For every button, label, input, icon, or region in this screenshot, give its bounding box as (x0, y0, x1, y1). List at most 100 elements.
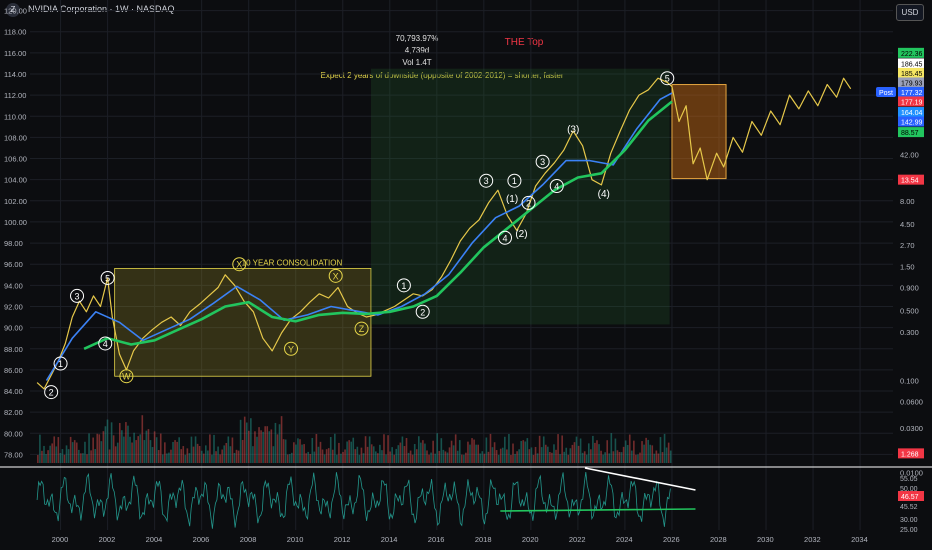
volume-bar (358, 454, 361, 463)
volume-bar (598, 444, 600, 463)
volume-bar (497, 454, 500, 463)
volume-bar (334, 433, 336, 463)
volume-bar (428, 454, 430, 463)
volume-bar (504, 436, 506, 463)
volume-bar (223, 445, 226, 463)
wave-text: 1 (512, 176, 517, 186)
wave-text: 3 (484, 176, 489, 186)
price-badge-text: 179.93 (901, 80, 923, 87)
volume-bar (51, 443, 53, 463)
volume-bar (512, 443, 514, 463)
wave-text: 2 (526, 198, 531, 208)
volume-bar (585, 454, 588, 463)
volume-bar (530, 447, 533, 463)
volume-bar (633, 440, 635, 463)
volume-bar (630, 450, 633, 463)
left-axis-tick: 110.00 (4, 112, 26, 121)
volume-bar (565, 447, 568, 463)
right-axis-tick: 0.100 (900, 376, 919, 385)
volume-bar (540, 447, 543, 463)
volume-bar (88, 433, 90, 463)
wave-label: 4 (98, 336, 113, 351)
volume-bar (57, 437, 60, 463)
oscillator-tick: 25.00 (900, 527, 918, 534)
volume-bar (534, 446, 537, 463)
volume-bar (47, 450, 49, 463)
right-axis-tick: 8.00 (900, 197, 915, 206)
volume-bar (133, 432, 135, 463)
left-axis-tick: 114.00 (4, 70, 26, 79)
wave-text: 1 (58, 359, 63, 369)
volume-bar (604, 452, 606, 463)
volume-bar (284, 439, 287, 463)
consolidation-box (114, 268, 372, 377)
volume-bar (524, 441, 527, 463)
volume-bar (569, 448, 572, 463)
oscillator-resistance (584, 467, 696, 491)
volume-bar (164, 442, 166, 463)
volume-bar (483, 453, 486, 463)
volume-bar (469, 444, 471, 463)
volume-bar (135, 440, 137, 463)
volume-bar (645, 437, 647, 463)
oscillator-line (36, 472, 671, 529)
chart[interactable]: 12345WXYXZ123(1)4 (2)1234(3)(4)510 YEAR C… (0, 0, 932, 550)
volume-bar (559, 454, 561, 463)
volume-bar (272, 446, 275, 463)
right-axis-tick: 1.50 (900, 262, 915, 271)
volume-bar (166, 453, 168, 463)
volume-bar (125, 422, 127, 463)
volume-bar (643, 444, 645, 463)
volume-bar (461, 454, 463, 463)
volume-bar (600, 450, 602, 463)
wave-text: 5 (105, 273, 110, 283)
volume-bar (440, 438, 443, 463)
volume-bar (520, 440, 523, 463)
volume-bar (102, 431, 105, 463)
x-axis-tick: 2010 (287, 535, 304, 544)
volume-bar (393, 454, 396, 463)
volume-bar (305, 453, 307, 463)
volume-bar (514, 453, 516, 463)
volume-bar (207, 450, 209, 463)
right-axis-tick: 42.00 (900, 150, 919, 159)
volume-bar (245, 422, 248, 463)
volume-bar (389, 451, 391, 463)
volume-bar (286, 454, 289, 463)
volume-bar (82, 453, 84, 463)
price-badge-text: 88.57 (901, 130, 919, 137)
volume-bar (252, 446, 254, 463)
volume-bar (415, 449, 418, 463)
volume-bar (542, 436, 545, 463)
volume-bar (561, 435, 563, 463)
volume-bar (63, 454, 66, 463)
volume-bar (362, 453, 365, 463)
volume-bar (471, 438, 473, 463)
volume-bar (352, 437, 355, 463)
volume-bar (553, 444, 555, 463)
volume-bar (65, 445, 68, 463)
volume-bar (557, 434, 559, 463)
volume-bar (403, 446, 406, 463)
x-axis-tick: 2026 (663, 535, 680, 544)
wave-text: 5 (665, 74, 670, 84)
volume-bar (129, 436, 131, 463)
volume-bar (131, 442, 133, 463)
volume-bar (145, 430, 148, 463)
x-axis-tick: 2000 (52, 535, 69, 544)
volume-bar (430, 452, 432, 463)
volume-bar (118, 423, 121, 463)
volume-bar (622, 446, 625, 463)
left-axis-tick: 80.00 (4, 429, 23, 438)
volume-bar (590, 449, 592, 463)
volume-bar (174, 440, 176, 463)
x-axis-tick: 2004 (146, 535, 163, 544)
volume-bar (309, 453, 312, 463)
volume-bar (567, 454, 570, 463)
volume-bar (374, 451, 377, 463)
wave-label: 2 (44, 385, 59, 400)
volume-bar (637, 454, 639, 463)
left-axis-tick: 116.00 (4, 49, 26, 58)
volume-bar (106, 419, 109, 463)
volume-bar (110, 422, 113, 463)
